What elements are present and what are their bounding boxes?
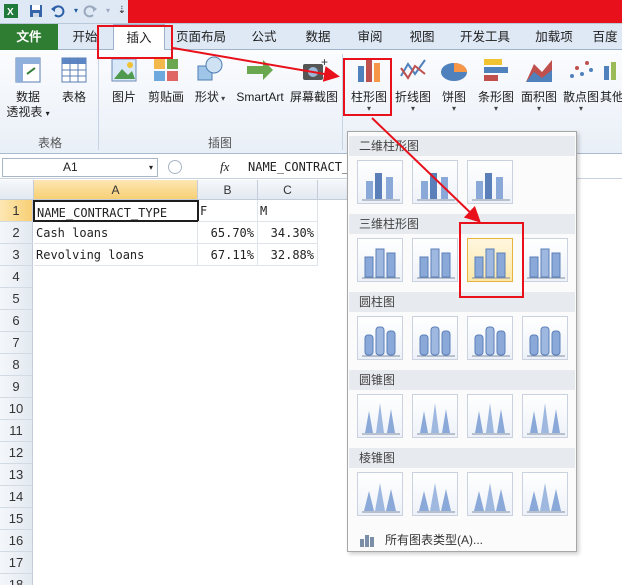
annotation-arrow-1	[172, 47, 340, 82]
annotation-arrows	[172, 47, 481, 223]
annotation-arrow-2	[371, 117, 481, 223]
